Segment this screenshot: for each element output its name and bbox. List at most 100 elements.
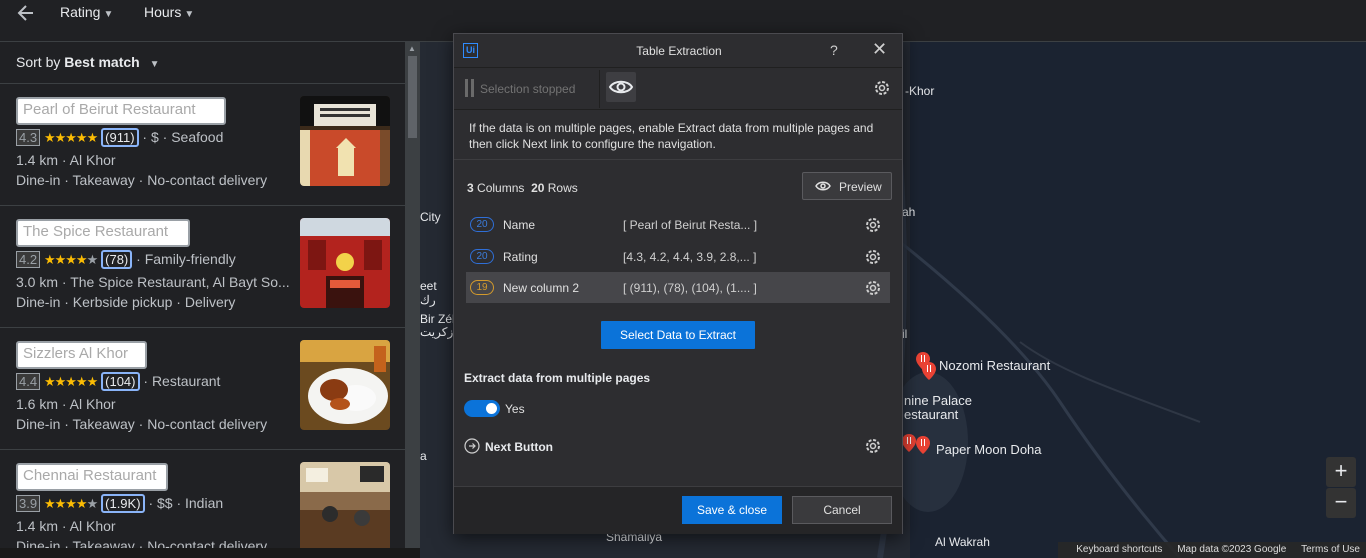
pause-icon	[465, 79, 475, 97]
result-meta: · Family-friendly	[136, 251, 236, 267]
map-label-al-wakrah: Al Wakrah	[935, 535, 990, 549]
rating-value: 4.2	[16, 251, 41, 268]
zoom-out-button[interactable]: −	[1326, 488, 1356, 518]
result-item[interactable]: Sizzlers Al Khor 4.4 ★★★★★ (104) · Resta…	[0, 328, 405, 450]
back-arrow-icon[interactable]	[16, 2, 36, 30]
zoom-in-button[interactable]: +	[1326, 457, 1356, 487]
star-rating-icon: ★★★★★	[43, 496, 98, 511]
result-photo[interactable]	[300, 340, 390, 430]
toolbar-divider	[599, 70, 600, 108]
rows-label: Rows	[547, 181, 578, 195]
rating-row: 4.3 ★★★★★ (911) · $ · Seafood	[16, 128, 223, 148]
result-photo[interactable]	[300, 96, 390, 186]
rating-filter-label: Rating	[60, 4, 101, 20]
review-count[interactable]: (78)	[101, 250, 133, 269]
rating-row: 4.2 ★★★★★ (78) · Family-friendly	[16, 250, 236, 270]
column-preview: [4.3, 4.2, 4.4, 3.9, 2.8,... ]	[623, 250, 757, 264]
next-button-label: Next Button	[485, 440, 553, 454]
rating-filter-chip[interactable]: Rating ▼	[60, 4, 113, 20]
scroll-up-icon[interactable]: ▲	[408, 44, 416, 53]
close-button[interactable]: ✕	[872, 39, 887, 60]
hours-filter-label: Hours	[144, 4, 182, 20]
review-count[interactable]: (911)	[101, 128, 139, 147]
map-label-city: City	[420, 210, 441, 224]
next-button-row[interactable]: Next Button	[464, 436, 889, 460]
result-name[interactable]: Chennai Restaurant	[16, 463, 168, 491]
map-label-paper-moon[interactable]: Paper Moon Doha	[936, 442, 1042, 457]
column-settings-gear-icon[interactable]	[864, 216, 882, 237]
help-button[interactable]: ?	[830, 42, 838, 58]
column-name: New column 2	[503, 281, 580, 295]
column-settings-gear-icon[interactable]	[864, 248, 882, 269]
result-photo[interactable]	[300, 462, 390, 552]
result-name[interactable]: Sizzlers Al Khor	[16, 341, 147, 369]
column-preview: [ (911), (78), (104), (1.... ]	[623, 281, 757, 295]
column-preview: [ Pearl of Beirut Resta... ]	[623, 218, 758, 232]
star-rating-icon: ★★★★★	[43, 252, 98, 267]
restaurant-pin-icon[interactable]	[902, 434, 916, 452]
keyboard-shortcuts-link[interactable]: Keyboard shortcuts	[1076, 544, 1162, 555]
result-distance: 1.6 km · Al Khor	[16, 396, 116, 412]
column-row-rating[interactable]: 20 Rating [4.3, 4.2, 4.4, 3.9, 2.8,... ]	[466, 241, 890, 272]
results-panel: Sort by Best match ▼ Pearl of Beirut Res…	[0, 42, 405, 558]
next-button-settings-gear-icon[interactable]	[864, 437, 882, 460]
result-item[interactable]: Chennai Restaurant 3.9 ★★★★★ (1.9K) · $$…	[0, 450, 405, 558]
rows-count: 20	[531, 181, 545, 195]
dialog-toolbar: Selection stopped	[454, 68, 902, 110]
column-row-new-column-2[interactable]: 19 New column 2 [ (911), (78), (104), (1…	[466, 272, 890, 303]
sort-value: Best match	[64, 54, 140, 70]
dialog-title-bar: Ui Table Extraction ? ✕	[454, 34, 902, 68]
map-footer: Keyboard shortcuts Map data ©2023 Google…	[1058, 542, 1366, 558]
selection-status[interactable]: Selection stopped	[480, 82, 575, 96]
result-distance: 1.4 km · Al Khor	[16, 518, 116, 534]
restaurant-pin-icon[interactable]	[922, 362, 936, 380]
toggle-label: Yes	[505, 402, 525, 416]
chevron-down-icon: ▼	[149, 59, 160, 70]
result-services: Dine-in · Takeaway · No-contact delivery	[16, 172, 268, 188]
preview-label: Preview	[839, 180, 882, 194]
map-label-ah: ah	[902, 205, 916, 219]
results-scrollbar[interactable]: ▲	[405, 42, 420, 558]
result-photo[interactable]	[300, 218, 390, 308]
arrow-right-circle-icon	[464, 438, 480, 459]
toggle-knob	[486, 403, 497, 414]
hours-filter-chip[interactable]: Hours ▼	[144, 4, 194, 20]
review-count[interactable]: (1.9K)	[101, 494, 145, 513]
column-count-badge: 20	[470, 217, 494, 232]
map-label-eet: eet	[420, 279, 437, 293]
preview-button[interactable]: Preview	[802, 172, 892, 200]
eye-icon[interactable]	[606, 72, 636, 102]
map-label-nine-palace[interactable]: nine Palace	[904, 393, 972, 408]
settings-gear-icon[interactable]	[873, 79, 891, 102]
save-and-close-button[interactable]: Save & close	[682, 496, 782, 524]
select-data-to-extract-button[interactable]: Select Data to Extract	[601, 321, 755, 349]
column-name: Name	[503, 218, 536, 232]
column-name: Rating	[503, 250, 538, 264]
sort-bar[interactable]: Sort by Best match ▼	[0, 42, 405, 84]
scrollbar-thumb[interactable]	[408, 56, 417, 138]
result-item[interactable]: Pearl of Beirut Restaurant 4.3 ★★★★★ (91…	[0, 84, 405, 206]
star-rating-icon: ★★★★★	[43, 374, 98, 389]
multiple-pages-toggle[interactable]	[464, 400, 500, 417]
result-meta: · $ · Seafood	[142, 129, 224, 145]
map-label-al-khor: -Khor	[905, 84, 935, 98]
restaurant-pin-icon[interactable]	[916, 436, 930, 454]
result-distance: 3.0 km · The Spice Restaurant, Al Bayt S…	[16, 274, 290, 290]
cancel-button[interactable]: Cancel	[792, 496, 892, 524]
result-name[interactable]: Pearl of Beirut Restaurant	[16, 97, 226, 125]
terms-link[interactable]: Terms of Use	[1301, 544, 1360, 555]
star-rating-icon: ★★★★★	[43, 130, 98, 145]
multiple-pages-heading: Extract data from multiple pages	[464, 371, 651, 385]
map-data-attribution: Map data ©2023 Google	[1177, 544, 1287, 555]
result-item[interactable]: The Spice Restaurant 4.2 ★★★★★ (78) · Fa…	[0, 206, 405, 328]
table-extraction-dialog: Ui Table Extraction ? ✕ Selection stoppe…	[453, 33, 903, 534]
map-label-nozomi[interactable]: Nozomi Restaurant	[939, 358, 1050, 373]
result-meta: · Restaurant	[143, 373, 221, 389]
result-name[interactable]: The Spice Restaurant	[16, 219, 190, 247]
column-settings-gear-icon[interactable]	[864, 279, 882, 300]
review-count[interactable]: (104)	[101, 372, 140, 391]
dialog-footer: Save & close Cancel	[454, 486, 902, 534]
map-label-estaurant[interactable]: estaurant	[904, 407, 958, 422]
rating-value: 4.3	[16, 129, 41, 146]
column-row-name[interactable]: 20 Name [ Pearl of Beirut Resta... ]	[466, 209, 890, 240]
